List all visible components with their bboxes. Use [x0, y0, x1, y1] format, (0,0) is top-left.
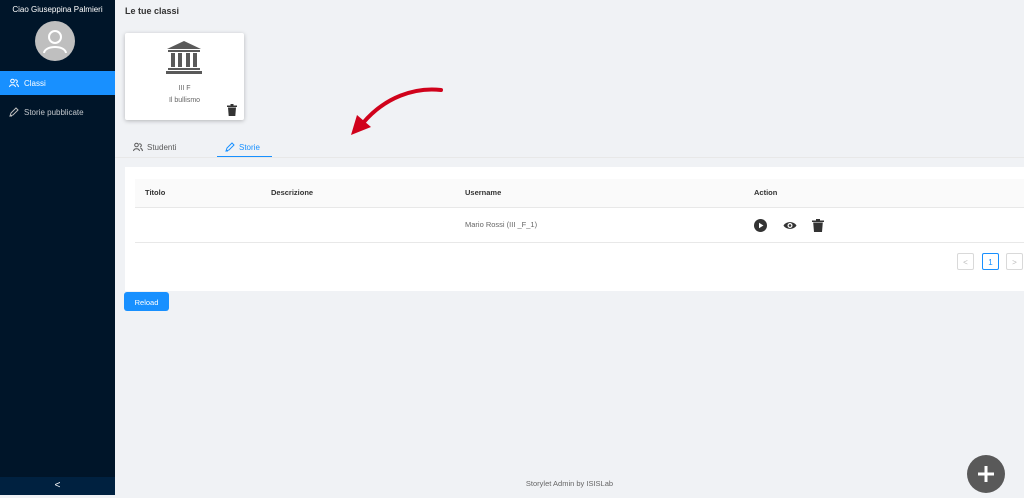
- reload-button[interactable]: Reload: [124, 292, 169, 311]
- chevron-right-icon: >: [1012, 258, 1017, 267]
- delete-icon[interactable]: [227, 104, 237, 116]
- page-number: 1: [988, 258, 993, 267]
- sidebar-item-label: Classi: [24, 78, 46, 88]
- column-header-descrizione: Descrizione: [271, 188, 314, 197]
- main-content: Le tue classi III F Il bullismo Studenti…: [115, 0, 1024, 495]
- table-header: Titolo Descrizione Username Action: [135, 179, 1024, 208]
- sidebar: Ciao Giuseppina Palmieri Classi Storie p…: [0, 0, 115, 495]
- eye-icon[interactable]: [783, 219, 797, 232]
- add-button[interactable]: [967, 455, 1005, 493]
- pagination-page-1[interactable]: 1: [982, 253, 999, 270]
- page-title: Le tue classi: [125, 6, 180, 16]
- class-story-title: Il bullismo: [168, 97, 201, 104]
- play-icon[interactable]: [754, 219, 767, 232]
- chevron-left-icon: <: [54, 480, 61, 491]
- annotation-arrow: [351, 87, 443, 135]
- class-card[interactable]: III F Il bullismo: [125, 33, 244, 120]
- sidebar-item-classi[interactable]: Classi: [0, 71, 115, 95]
- tab-divider: [115, 157, 1024, 158]
- bank-icon: [166, 41, 202, 74]
- delete-icon[interactable]: [812, 219, 824, 232]
- footer-text: Storylet Admin by ISISLab: [525, 479, 614, 488]
- sidebar-collapse-button[interactable]: <: [0, 477, 115, 495]
- table-row: Mario Rossi (III _F_1): [135, 208, 1024, 243]
- edit-icon: [9, 107, 19, 117]
- column-header-username: Username: [465, 188, 502, 197]
- team-icon: [133, 142, 143, 152]
- sidebar-item-storie-pubblicate[interactable]: Storie pubblicate: [0, 100, 115, 124]
- pagination-prev-button[interactable]: <: [957, 253, 974, 270]
- avatar[interactable]: [35, 21, 75, 61]
- tab-studenti[interactable]: Studenti: [133, 136, 176, 158]
- chevron-left-icon: <: [963, 258, 968, 267]
- tab-label: Studenti: [147, 142, 177, 152]
- sidebar-item-label: Storie pubblicate: [24, 107, 84, 117]
- cell-username: Mario Rossi (III _F_1): [465, 220, 538, 229]
- column-header-action: Action: [754, 188, 778, 197]
- tab-bar: Studenti Storie: [125, 136, 1024, 158]
- user-icon: [43, 30, 67, 54]
- edit-icon: [225, 142, 235, 152]
- column-header-titolo: Titolo: [145, 188, 166, 197]
- tab-label: Storie: [239, 142, 260, 152]
- class-name: III F: [178, 85, 191, 92]
- stories-table: Titolo Descrizione Username Action Mario…: [125, 167, 1024, 291]
- pagination-next-button[interactable]: >: [1006, 253, 1023, 270]
- tab-storie[interactable]: Storie: [225, 136, 260, 158]
- team-icon: [9, 78, 19, 88]
- user-greeting: Ciao Giuseppina Palmieri: [12, 5, 103, 14]
- plus-icon: [978, 466, 994, 482]
